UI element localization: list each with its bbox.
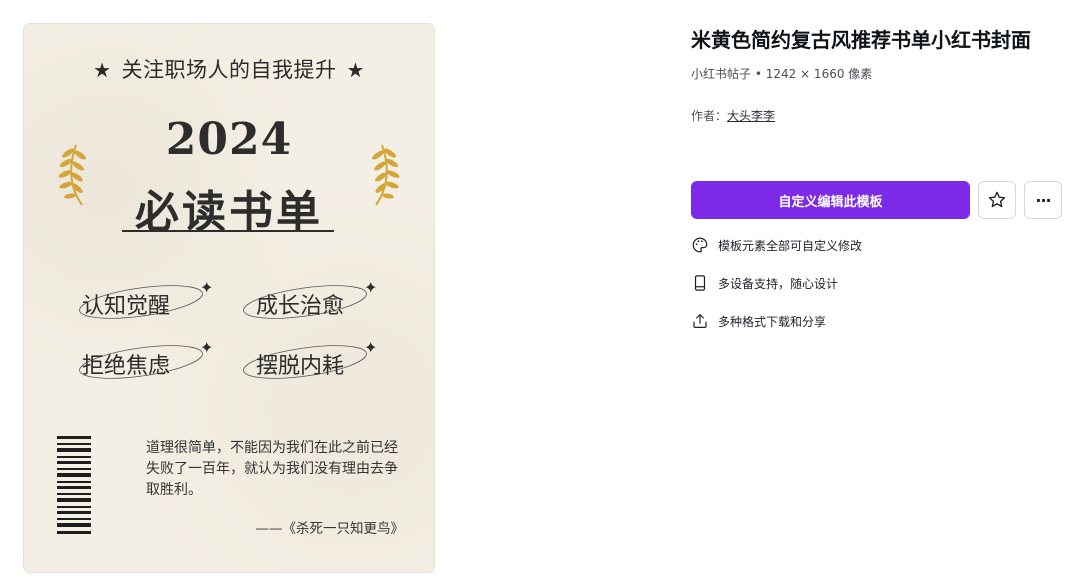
- keyword-3: 拒绝焦虑: [82, 354, 171, 379]
- star-icon-left: ★: [93, 58, 112, 82]
- poster-quote: 道理很简单，不能因为我们在此之前已经失败了一百年，就认为我们没有理由去争取胜利。: [146, 440, 398, 498]
- feature-item: 多种格式下载和分享: [691, 312, 826, 330]
- star-icon-right: ★: [346, 58, 365, 82]
- sparkle-icon: ✦: [200, 338, 214, 357]
- title-underline: [122, 230, 334, 232]
- more-icon: ···: [1035, 190, 1051, 210]
- phone-icon: [694, 275, 706, 291]
- template-preview[interactable]: ★ 关注职场人的自我提升 ★ 2024 必读书单 认知觉醒 ✦ 成长治愈 ✦ 拒…: [23, 23, 435, 573]
- feature-text: 多种格式下载和分享: [718, 314, 827, 329]
- template-title: 米黄色简约复古风推荐书单小红书封面: [691, 28, 1031, 52]
- barcode-icon: [57, 436, 91, 534]
- keyword-4: 摆脱内耗: [256, 354, 345, 379]
- palette-icon: [692, 237, 708, 253]
- share-icon: [693, 314, 707, 328]
- author-label: 作者：: [691, 109, 728, 123]
- author-link[interactable]: 大头李李: [727, 109, 775, 123]
- poster-top-text: 关注职场人的自我提升: [121, 58, 337, 82]
- sparkle-icon: ✦: [200, 278, 214, 297]
- sparkle-icon: ✦: [364, 278, 378, 297]
- action-row: 自定义编辑此模板 ···: [691, 181, 1062, 219]
- poster-year: 2024: [165, 114, 293, 165]
- more-options-button[interactable]: ···: [1024, 181, 1062, 219]
- feature-item: 多设备支持，随心设计: [691, 274, 838, 292]
- keyword-1: 认知觉醒: [82, 294, 171, 319]
- customize-template-button[interactable]: 自定义编辑此模板: [691, 181, 970, 219]
- keyword-2: 成长治愈: [256, 294, 345, 319]
- feature-item: 模板元素全部可自定义修改: [691, 236, 862, 254]
- author-row: 作者：大头李李: [691, 107, 1066, 124]
- template-info-panel: 米黄色简约复古风推荐书单小红书封面 小红书帖子 • 1242 × 1660 像素…: [691, 26, 1066, 329]
- favorite-button[interactable]: [978, 181, 1016, 219]
- feature-text: 模板元素全部可自定义修改: [718, 238, 863, 253]
- feature-text: 多设备支持，随心设计: [718, 276, 839, 291]
- template-meta: 小红书帖子 • 1242 × 1660 像素: [691, 67, 873, 81]
- poster-top-line: ★ 关注职场人的自我提升 ★: [24, 54, 434, 84]
- poster-quote-source: ——《杀死一只知更鸟》: [255, 521, 405, 537]
- sparkle-icon: ✦: [364, 338, 378, 357]
- star-outline-icon: [988, 191, 1006, 208]
